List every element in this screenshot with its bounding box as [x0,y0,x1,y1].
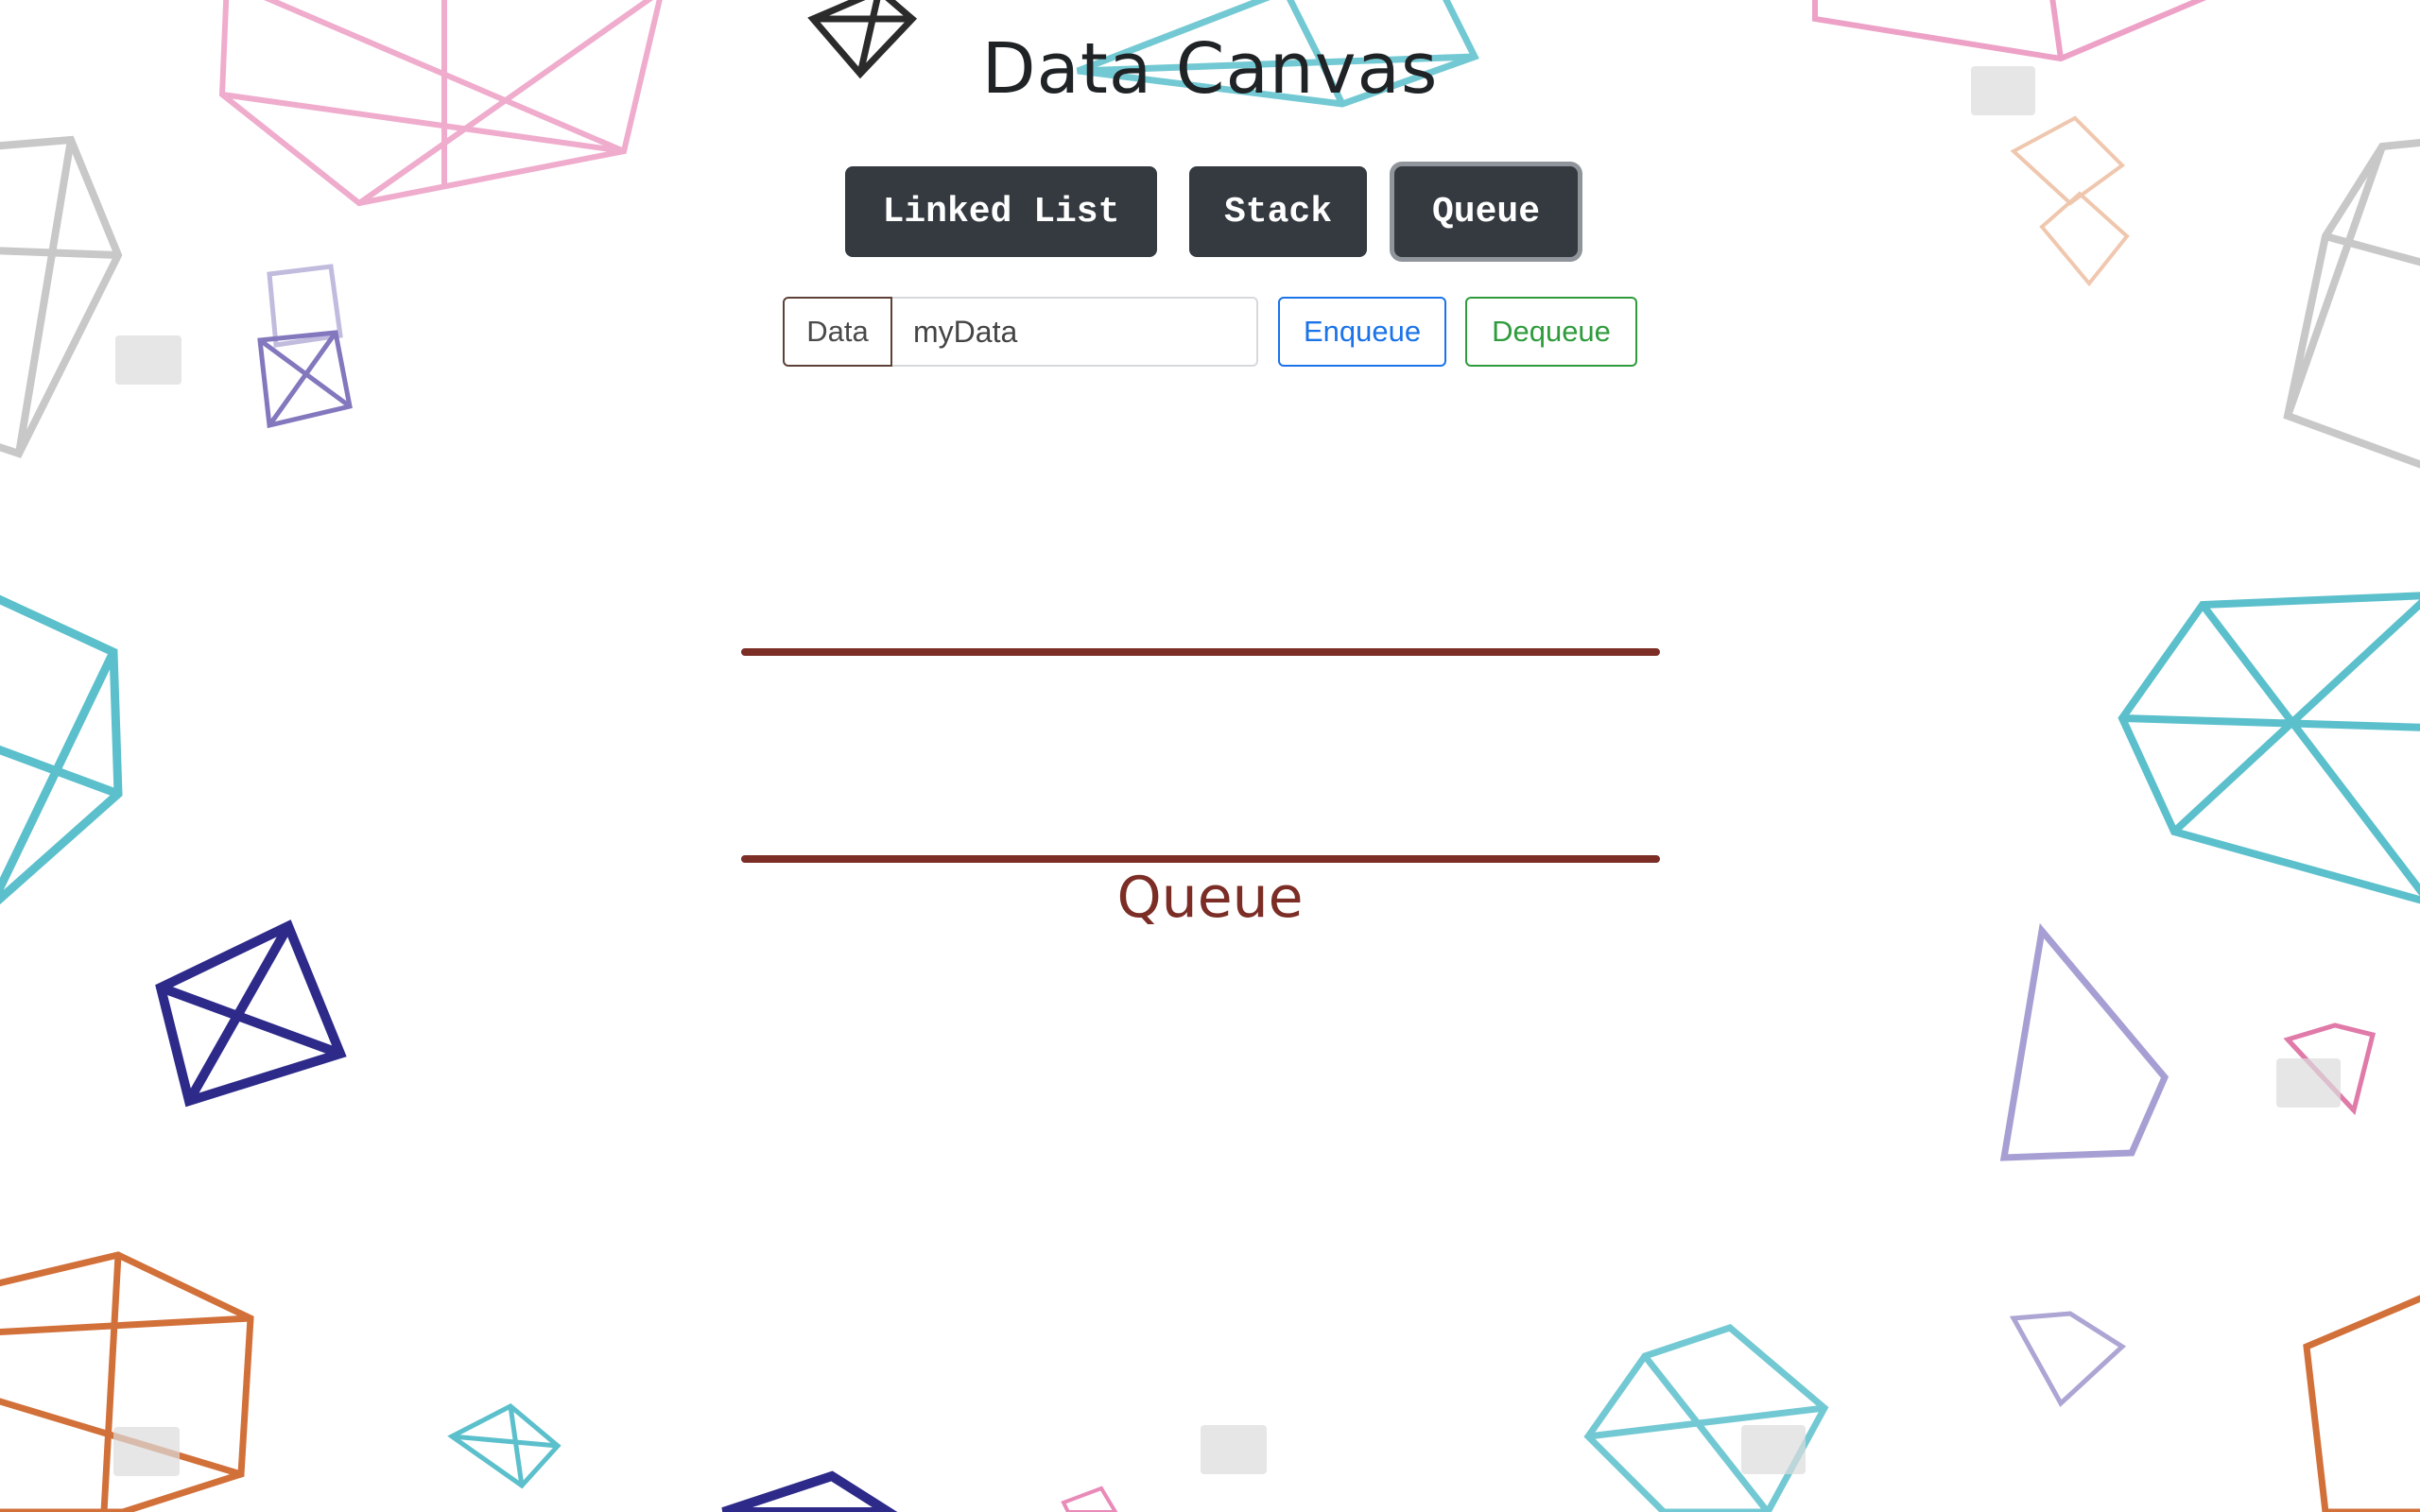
enqueue-button[interactable]: Enqueue [1278,297,1446,367]
structure-label: Queue [1116,865,1304,931]
data-label: Data [783,297,892,367]
data-input[interactable] [892,297,1258,367]
page-title: Data Canvas [981,28,1439,110]
stack-button[interactable]: Stack [1189,166,1367,257]
app: Data Canvas Linked List Stack Queue Data… [0,0,2420,1512]
dequeue-button[interactable]: Dequeue [1465,297,1637,367]
queue-button[interactable]: Queue [1394,166,1578,257]
queue-bottom-rail [741,855,1660,863]
queue-top-rail [741,648,1660,656]
linked-list-button[interactable]: Linked List [845,166,1157,257]
